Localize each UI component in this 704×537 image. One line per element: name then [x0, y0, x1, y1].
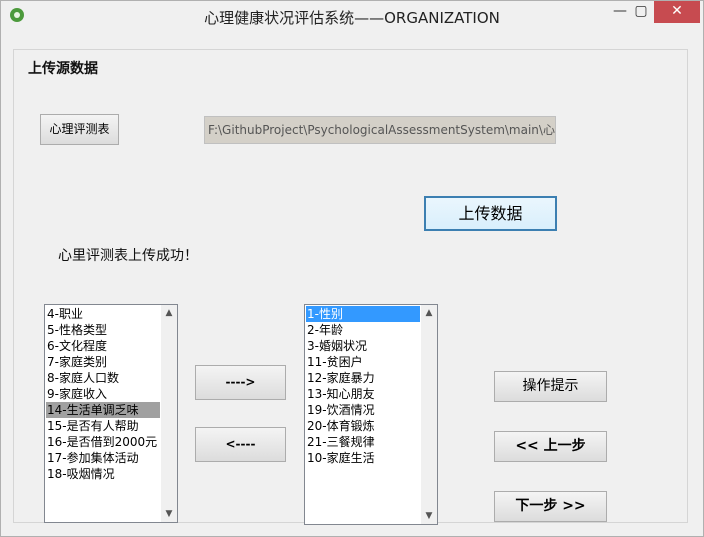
hint-button[interactable]: 操作提示 — [494, 371, 607, 402]
available-fields-list[interactable]: 4-职业 5-性格类型 6-文化程度 7-家庭类别 8-家庭人口数 9-家庭收入 14-生活… — [44, 304, 178, 523]
maximize-button[interactable]: ▢ — [628, 1, 654, 23]
right-list-scrollbar[interactable]: ▲ ▼ — [421, 305, 437, 524]
list-item[interactable]: 5-性格类型 — [46, 322, 160, 338]
list-item[interactable]: 20-体育锻炼 — [306, 418, 420, 434]
window-title: 心理健康状况评估系统——ORGANIZATION — [204, 9, 500, 27]
move-left-button[interactable]: <---- — [195, 427, 286, 462]
list-item[interactable]: 17-参加集体活动 — [46, 450, 160, 466]
scroll-up-icon[interactable]: ▲ — [161, 305, 177, 321]
list-item[interactable]: 12-家庭暴力 — [306, 370, 420, 386]
list-item[interactable]: 8-家庭人口数 — [46, 370, 160, 386]
list-item[interactable]: 9-家庭收入 — [46, 386, 160, 402]
left-list-scrollbar[interactable]: ▲ ▼ — [161, 305, 177, 522]
list-item[interactable]: 4-职业 — [46, 306, 160, 322]
selected-fields-list[interactable]: 1-性别 2-年龄 3-婚姻状况 11-贫困户 12-家庭暴力 13-知心朋友 19-饮酒情… — [304, 304, 438, 525]
upload-groupbox: 上传源数据 心理评测表 F:\GithubProject\Psychologic… — [13, 49, 688, 525]
status-message: 心里评测表上传成功！ — [58, 248, 198, 264]
list-item[interactable]: 2-年龄 — [306, 322, 420, 338]
list-item[interactable]: 16-是否借到2000元 — [46, 434, 160, 450]
scroll-up-icon[interactable]: ▲ — [421, 305, 437, 321]
list-item[interactable]: 18-吸烟情况 — [46, 466, 160, 482]
client-area: 上传源数据 心理评测表 F:\GithubProject\Psychologic… — [9, 31, 695, 528]
move-right-button[interactable]: ----> — [195, 365, 286, 400]
upload-data-button[interactable]: 上传数据 — [424, 196, 557, 231]
list-item[interactable]: 7-家庭类别 — [46, 354, 160, 370]
title-bar: 心理健康状况评估系统——ORGANIZATION — ▢ ✕ — [1, 1, 703, 31]
scroll-down-icon[interactable]: ▼ — [161, 506, 177, 522]
app-window: 心理健康状况评估系统——ORGANIZATION — ▢ ✕ 上传源数据 心理评… — [0, 0, 704, 537]
list-item[interactable]: 6-文化程度 — [46, 338, 160, 354]
list-item[interactable]: 19-饮酒情况 — [306, 402, 420, 418]
scroll-down-icon[interactable]: ▼ — [421, 508, 437, 524]
list-item[interactable]: 1-性别 — [306, 306, 420, 322]
list-item[interactable]: 21-三餐规律 — [306, 434, 420, 450]
list-item[interactable]: 3-婚姻状况 — [306, 338, 420, 354]
group-title: 上传源数据 — [24, 58, 102, 78]
list-item[interactable]: 11-贫困户 — [306, 354, 420, 370]
close-button[interactable]: ✕ — [654, 1, 700, 23]
list-item[interactable]: 10-家庭生活 — [306, 450, 420, 466]
list-item[interactable]: 15-是否有人帮助 — [46, 418, 160, 434]
next-step-button[interactable]: 下一步 >> — [494, 491, 607, 522]
list-item[interactable]: 14-生活单调乏味 — [46, 402, 160, 418]
previous-step-button[interactable]: << 上一步 — [494, 431, 607, 462]
list-item[interactable]: 13-知心朋友 — [306, 386, 420, 402]
file-path-field[interactable]: F:\GithubProject\PsychologicalAssessment… — [204, 116, 556, 144]
scale-button[interactable]: 心理评测表 — [40, 114, 119, 145]
